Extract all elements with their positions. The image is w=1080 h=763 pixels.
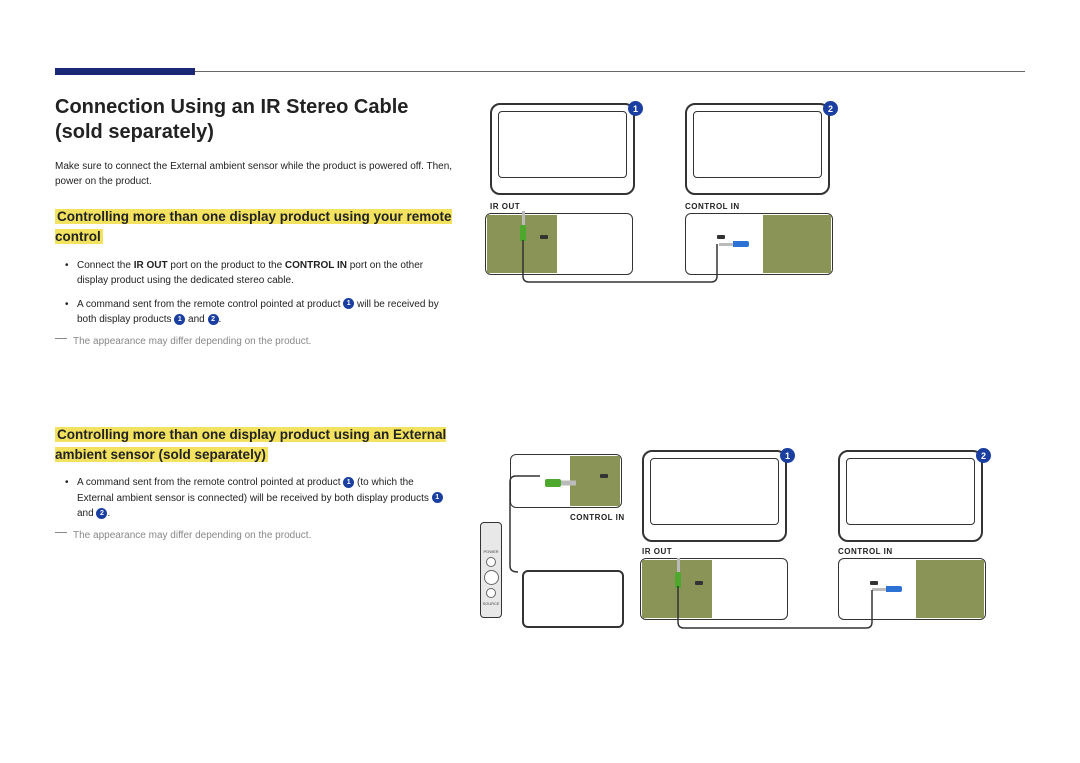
cable-icon (678, 586, 888, 631)
tv-icon (685, 103, 830, 195)
number-badge-2: 2 (823, 101, 838, 116)
tv-icon (642, 450, 787, 542)
port-label-controlin: CONTROL IN (838, 547, 893, 556)
section1-bullets: Connect the IR OUT port on the product t… (55, 258, 450, 328)
number-badge-1: 1 (174, 314, 185, 325)
tv-icon (490, 103, 635, 195)
list-item: A command sent from the remote control p… (77, 475, 450, 522)
number-badge-1: 1 (628, 101, 643, 116)
port-label-controlin: CONTROL IN (570, 513, 625, 522)
port-label-irout: IR OUT (642, 547, 672, 556)
number-badge-2: 2 (96, 508, 107, 519)
intro-text: Make sure to connect the External ambien… (55, 159, 455, 189)
port-panel (916, 560, 984, 618)
note-line: The appearance may differ depending on t… (55, 530, 455, 541)
number-badge-1: 1 (780, 448, 795, 463)
section2-bullets: A command sent from the remote control p… (55, 475, 450, 522)
section-accent-bar (55, 68, 195, 75)
section1-heading: Controlling more than one display produc… (55, 209, 452, 244)
port-label-irout: IR OUT (490, 202, 520, 211)
number-badge-1: 1 (343, 298, 354, 309)
cable-icon (523, 240, 733, 285)
cable-icon (510, 476, 550, 576)
tv-icon (838, 450, 983, 542)
list-item: Connect the IR OUT port on the product t… (77, 258, 450, 289)
number-badge-2: 2 (976, 448, 991, 463)
page-title: Connection Using an IR Stereo Cable (sol… (55, 95, 455, 145)
number-badge-2: 2 (208, 314, 219, 325)
port-panel (763, 215, 831, 273)
number-badge-1: 1 (343, 477, 354, 488)
remote-icon: POWER SOURCE (480, 522, 502, 618)
sensor-device-icon (522, 570, 624, 628)
note-line: The appearance may differ depending on t… (55, 336, 455, 347)
jack-green-icon (545, 476, 579, 494)
number-badge-1: 1 (432, 492, 443, 503)
diagram-1: 1 2 IR OUT CONTROL IN (485, 95, 1045, 295)
section2-heading: Controlling more than one display produc… (55, 427, 446, 462)
list-item: A command sent from the remote control p… (77, 297, 450, 328)
diagram-2: 1 2 CONTROL IN POWER SOURCE IR OUT CONTR… (470, 450, 1060, 670)
header-divider (195, 71, 1025, 72)
port-label-controlin: CONTROL IN (685, 202, 740, 211)
